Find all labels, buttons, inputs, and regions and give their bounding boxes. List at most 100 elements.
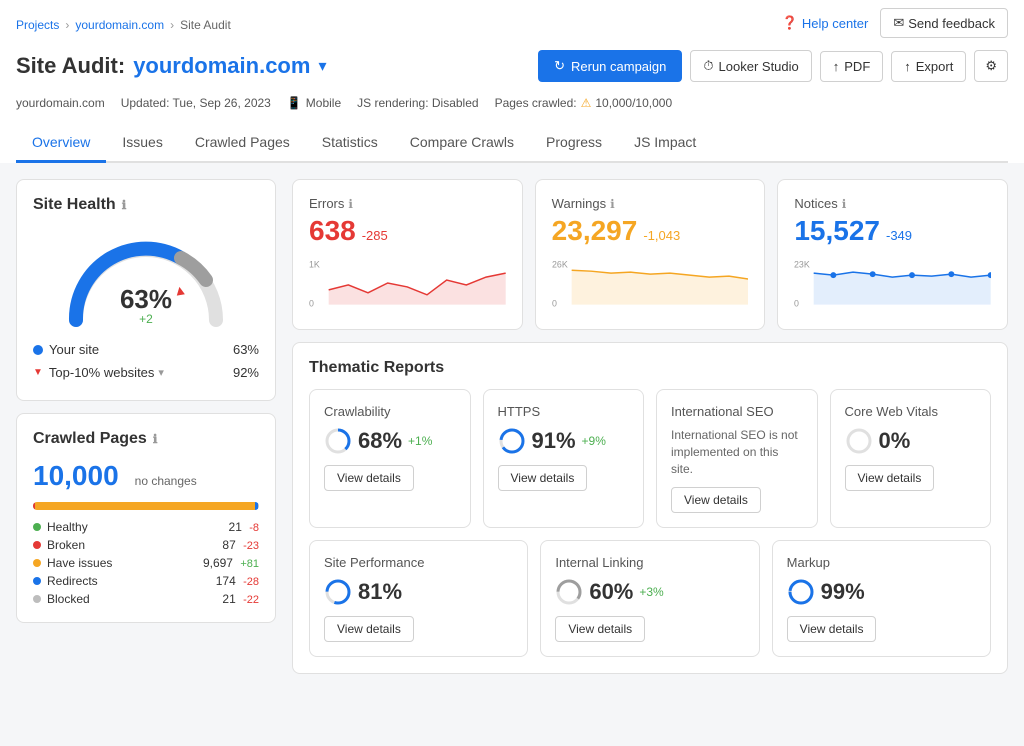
rerun-campaign-button[interactable]: ↻ Rerun campaign [538, 50, 682, 82]
blocked-legend-row: Blocked 21 -22 [33, 592, 259, 606]
thematic-grid-row1: Crawlability 68% +1% View details HTTPS [309, 389, 991, 528]
stats-row: Errors ℹ 638 -285 1K 0 [292, 179, 1008, 330]
settings-button[interactable]: ⚙ [974, 50, 1008, 82]
svg-text:23K: 23K [794, 259, 810, 269]
your-site-legend: Your site 63% [33, 338, 259, 361]
pdf-icon: ↑ [833, 59, 840, 74]
help-center-button[interactable]: ❓ Help center [782, 15, 869, 31]
international-seo-title: International SEO [671, 404, 803, 419]
meta-pages: Pages crawled: ⚠ 10,000/10,000 [495, 96, 673, 110]
thematic-reports-title: Thematic Reports [309, 359, 991, 377]
svg-text:0: 0 [794, 299, 799, 309]
https-circle-icon [498, 427, 526, 455]
broken-legend-row: Broken 87 -23 [33, 538, 259, 552]
thematic-grid-row2: Site Performance 81% View details Intern… [309, 540, 991, 657]
crawlability-view-details-button[interactable]: View details [324, 465, 414, 491]
site-health-title: Site Health [33, 196, 116, 214]
breadcrumb-domain[interactable]: yourdomain.com [75, 18, 164, 32]
warnings-info-icon[interactable]: ℹ [610, 197, 615, 211]
breadcrumb-current: Site Audit [180, 18, 231, 32]
internal-linking-circle-icon [555, 578, 583, 606]
notices-sparkline: 23K 0 [794, 255, 991, 313]
meta-device: 📱 Mobile [287, 96, 341, 110]
crawled-count: 10,000 [33, 460, 119, 492]
help-icon: ❓ [782, 15, 798, 31]
errors-info-icon[interactable]: ℹ [348, 197, 353, 211]
svg-text:0: 0 [552, 299, 557, 309]
meta-row: yourdomain.com Updated: Tue, Sep 26, 202… [16, 90, 1008, 120]
tab-statistics[interactable]: Statistics [306, 124, 394, 163]
looker-icon: ⏱ [703, 58, 713, 74]
crawlability-change: +1% [408, 434, 432, 448]
page-title: Site Audit: [16, 53, 125, 79]
feedback-icon: ✉ [893, 15, 904, 31]
site-performance-circle-icon [324, 578, 352, 606]
https-title: HTTPS [498, 404, 630, 419]
markup-card: Markup 99% View details [772, 540, 991, 657]
internal-linking-view-details-button[interactable]: View details [555, 616, 645, 642]
tab-overview[interactable]: Overview [16, 124, 106, 163]
domain-link[interactable]: yourdomain.com [133, 53, 310, 79]
internal-linking-card: Internal Linking 60% +3% View details [540, 540, 759, 657]
site-performance-percent: 81% [358, 579, 402, 605]
core-web-vitals-card: Core Web Vitals 0% View details [830, 389, 992, 528]
looker-studio-button[interactable]: ⏱ Looker Studio [690, 50, 811, 82]
tab-crawled-pages[interactable]: Crawled Pages [179, 124, 306, 163]
your-site-dot [33, 345, 43, 355]
site-health-card: Site Health ℹ 63% +2 [16, 179, 276, 401]
https-view-details-button[interactable]: View details [498, 465, 588, 491]
crawlability-percent: 68% [358, 428, 402, 454]
warning-icon: ⚠ [581, 96, 592, 110]
thematic-reports-card: Thematic Reports Crawlability 68% +1% V [292, 342, 1008, 674]
healthy-legend-row: Healthy 21 -8 [33, 520, 259, 534]
top10-triangle-icon: ▼ [33, 367, 43, 378]
crawlability-card: Crawlability 68% +1% View details [309, 389, 471, 528]
device-icon: 📱 [287, 96, 302, 110]
gear-icon: ⚙ [985, 58, 997, 73]
crawled-pages-info-icon[interactable]: ℹ [153, 432, 158, 446]
pdf-button[interactable]: ↑ PDF [820, 51, 884, 82]
site-performance-view-details-button[interactable]: View details [324, 616, 414, 642]
crawled-pages-title: Crawled Pages [33, 430, 147, 448]
top10-chevron-icon[interactable]: ▾ [158, 366, 164, 379]
warnings-sparkline: 26K 0 [552, 255, 749, 313]
gauge-change: +2 [120, 312, 172, 326]
site-health-info-icon[interactable]: ℹ [122, 198, 127, 212]
healthy-color-dot [33, 523, 41, 531]
export-button[interactable]: ↑ Export [891, 51, 966, 82]
international-seo-view-details-button[interactable]: View details [671, 487, 761, 513]
meta-updated: Updated: Tue, Sep 26, 2023 [121, 96, 271, 110]
international-seo-note: International SEO is not implemented on … [671, 427, 803, 477]
markup-title: Markup [787, 555, 976, 570]
international-seo-card: International SEO International SEO is n… [656, 389, 818, 528]
core-web-vitals-percent: 0% [879, 428, 911, 454]
tab-progress[interactable]: Progress [530, 124, 618, 163]
svg-text:26K: 26K [552, 259, 568, 269]
warnings-card: Warnings ℹ 23,297 -1,043 26K 0 [535, 179, 766, 330]
core-web-vitals-view-details-button[interactable]: View details [845, 465, 935, 491]
errors-value: 638 [309, 215, 356, 247]
markup-view-details-button[interactable]: View details [787, 616, 877, 642]
breadcrumb-projects[interactable]: Projects [16, 18, 59, 32]
redirects-legend-row: Redirects 174 -28 [33, 574, 259, 588]
markup-value-row: 99% [787, 578, 976, 606]
broken-color-dot [33, 541, 41, 549]
markup-circle-icon [787, 578, 815, 606]
gauge-percent: 63% [120, 286, 172, 312]
issues-legend-row: Have issues 9,697 +81 [33, 556, 259, 570]
site-performance-value-row: 81% [324, 578, 513, 606]
tab-js-impact[interactable]: JS Impact [618, 124, 712, 163]
notices-info-icon[interactable]: ℹ [842, 197, 847, 211]
markup-percent: 99% [821, 579, 865, 605]
top10-legend: ▼ Top-10% websites ▾ 92% [33, 361, 259, 384]
domain-chevron-icon[interactable]: ▾ [318, 56, 326, 76]
core-web-vitals-circle-icon [845, 427, 873, 455]
crawled-no-changes: no changes [135, 474, 197, 488]
https-percent: 91% [532, 428, 576, 454]
tab-compare-crawls[interactable]: Compare Crawls [394, 124, 530, 163]
tab-issues[interactable]: Issues [106, 124, 178, 163]
nav-tabs: Overview Issues Crawled Pages Statistics… [16, 124, 1008, 163]
notices-value: 15,527 [794, 215, 880, 247]
https-change: +9% [582, 434, 606, 448]
send-feedback-button[interactable]: ✉ Send feedback [880, 8, 1008, 38]
